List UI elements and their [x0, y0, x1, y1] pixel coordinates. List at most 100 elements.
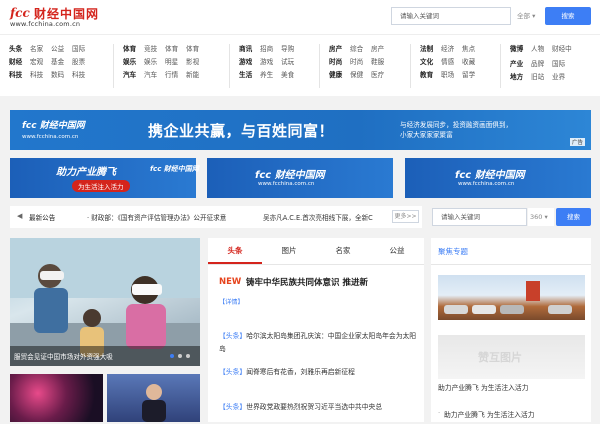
nav-channel-link[interactable]: 财经 [9, 56, 30, 69]
nav-subchannel-link[interactable]: 体育 [165, 43, 186, 56]
nav-subchannel-link[interactable]: 股票 [72, 56, 93, 69]
nav-subchannel-link[interactable]: 时尚 [350, 56, 371, 69]
top-headline[interactable]: 铸牢中华民族共同体意识 推进新 [246, 276, 368, 288]
nav-subchannel-link[interactable]: 竞技 [144, 43, 165, 56]
nav-subchannel-link[interactable]: 业界 [552, 71, 582, 84]
nav-subchannel-link[interactable]: 房产 [371, 43, 392, 56]
nav-channel-link[interactable]: 文化 [420, 56, 441, 69]
tab-pictures[interactable]: 图片 [262, 238, 316, 264]
secondary-search-input[interactable]: 请输入关键词 [432, 208, 527, 226]
nav-channel-link[interactable]: 体育 [123, 43, 144, 56]
nav-divider [113, 44, 114, 88]
tab-charity[interactable]: 公益 [370, 238, 424, 264]
detail-link[interactable]: 【详情】 [219, 297, 244, 306]
nav-subchannel-link[interactable]: 名家 [30, 43, 51, 56]
nav-subchannel-link[interactable]: 人物 [531, 43, 552, 56]
thumb-image-portrait[interactable] [107, 374, 200, 422]
nav-subchannel-link[interactable]: 职场 [441, 69, 462, 82]
news-item[interactable]: 【头条】闻脊寒后有花香，刘雅乐再启新征程 [219, 366, 419, 379]
nav-subchannel-link[interactable]: 收藏 [462, 56, 483, 69]
nav-subchannel-link[interactable]: 财经中 [552, 43, 582, 56]
notice-item-2[interactable]: 吴亦凡A.C.E.首次亮相线下展，全新C [263, 212, 383, 222]
tab-experts[interactable]: 名家 [316, 238, 370, 264]
nav-channel-link[interactable]: 法制 [420, 43, 441, 56]
nav-subchannel-link[interactable]: 留学 [462, 69, 483, 82]
nav-subchannel-link[interactable]: 品牌 [531, 58, 552, 71]
nav-channel-link[interactable]: 地方 [510, 71, 531, 84]
nav-channel-link[interactable]: 微博 [510, 43, 531, 56]
nav-channel-link[interactable]: 健康 [329, 69, 350, 82]
nav-subchannel-link[interactable]: 公益 [51, 43, 72, 56]
search-button[interactable]: 搜索 [545, 7, 591, 25]
nav-subchannel-link[interactable]: 游戏 [260, 56, 281, 69]
news-item-text: 闻脊寒后有花香，刘雅乐再启新征程 [246, 368, 355, 376]
nav-subchannel-link[interactable]: 体育 [186, 43, 207, 56]
notice-more-link[interactable]: 更多>> [392, 210, 419, 223]
nav-group-6: 微博 人物 财经中 产业 品牌 国际 地方 旧站 业界 [510, 43, 582, 84]
nav-channel-link[interactable]: 时尚 [329, 56, 350, 69]
nav-subchannel-link[interactable]: 明星 [165, 56, 186, 69]
nav-channel-link[interactable]: 生活 [239, 69, 260, 82]
nav-subchannel-link[interactable]: 基金 [51, 56, 72, 69]
nav-subchannel-link[interactable]: 汽车 [144, 69, 165, 82]
slide-dot-2[interactable] [178, 354, 182, 358]
nav-subchannel-link[interactable]: 娱乐 [144, 56, 165, 69]
news-item[interactable]: 【头条】哈尔滨太阳岛集团孔庆滨：中国企业家太阳岛年会为太阳岛 [219, 330, 419, 356]
news-item[interactable]: 【头条】世界政党政要热烈祝贺习近平当选中共中央总 [219, 401, 419, 414]
nav-subchannel-link[interactable]: 综合 [350, 43, 371, 56]
nav-subchannel-link[interactable]: 宏观 [30, 56, 51, 69]
nav-subchannel-link[interactable]: 新能 [186, 69, 207, 82]
slide-caption[interactable]: 服贸会见证中国市场对外资强大吸 [14, 351, 113, 361]
nav-subchannel-link[interactable]: 养生 [260, 69, 281, 82]
notice-item-1[interactable]: · 财政部：《国有资产评估管理办法》公开征求意 [87, 212, 245, 222]
nav-subchannel-link[interactable]: 国际 [72, 43, 93, 56]
nav-channel-link[interactable]: 娱乐 [123, 56, 144, 69]
topic-image-cars[interactable] [438, 275, 585, 320]
nav-row: 地方 旧站 业界 [510, 71, 582, 84]
topic-caption-2[interactable]: 助力产业腾飞 为生活注入活力 [444, 409, 535, 419]
nav-channel-link[interactable]: 汽车 [123, 69, 144, 82]
nav-subchannel-link[interactable]: 试玩 [281, 56, 302, 69]
nav-channel-link[interactable]: 教育 [420, 69, 441, 82]
nav-subchannel-link[interactable]: 国际 [552, 58, 582, 71]
nav-row: 生活 养生 美食 [239, 69, 302, 82]
logo-mark[interactable]: fcc [10, 6, 30, 20]
slide-dot-3[interactable] [186, 354, 190, 358]
nav-subchannel-link[interactable]: 焦点 [462, 43, 483, 56]
nav-subchannel-link[interactable]: 招商 [260, 43, 281, 56]
nav-group-4: 房产 综合 房产 时尚 时尚 鞋服 健康 保健 医疗 [329, 43, 392, 82]
nav-subchannel-link[interactable]: 科技 [30, 69, 51, 82]
nav-subchannel-link[interactable]: 数码 [51, 69, 72, 82]
nav-channel-link[interactable]: 房产 [329, 43, 350, 56]
topic-image-placeholder[interactable]: 赞互图片 [438, 335, 585, 379]
sub-banner-1-title: 助力产业腾飞 [56, 167, 116, 178]
search-button-label: 搜索 [561, 12, 575, 20]
nav-channel-link[interactable]: 商讯 [239, 43, 260, 56]
news-item-tag: 【头条】 [219, 368, 247, 376]
nav-subchannel-link[interactable]: 经济 [441, 43, 462, 56]
nav-divider [410, 44, 411, 88]
nav-channel-link[interactable]: 头条 [9, 43, 30, 56]
secondary-search-scope[interactable]: 360 ▾ [528, 208, 554, 226]
nav-channel-link[interactable]: 产业 [510, 58, 531, 71]
news-item-text: 哈尔滨太阳岛集团孔庆滨：中国企业家太阳岛年会为太阳岛 [219, 332, 417, 353]
nav-subchannel-link[interactable]: 科技 [72, 69, 93, 82]
nav-subchannel-link[interactable]: 导购 [281, 43, 302, 56]
nav-channel-link[interactable]: 科技 [9, 69, 30, 82]
nav-subchannel-link[interactable]: 旧站 [531, 71, 552, 84]
nav-subchannel-link[interactable]: 保健 [350, 69, 371, 82]
nav-subchannel-link[interactable]: 影视 [186, 56, 207, 69]
nav-subchannel-link[interactable]: 鞋服 [371, 56, 392, 69]
tab-headlines[interactable]: 头条 [208, 238, 262, 264]
slide-dot-1[interactable] [170, 354, 174, 358]
nav-channel-link[interactable]: 游戏 [239, 56, 260, 69]
nav-subchannel-link[interactable]: 医疗 [371, 69, 392, 82]
nav-subchannel-link[interactable]: 美食 [281, 69, 302, 82]
search-scope-select[interactable]: 全部 ▾ [513, 7, 543, 25]
topic-caption-1[interactable]: 助力产业腾飞 为生活注入活力 [438, 382, 529, 392]
nav-subchannel-link[interactable]: 行情 [165, 69, 186, 82]
search-input[interactable]: 请输入关键词 [391, 7, 511, 25]
nav-subchannel-link[interactable]: 情感 [441, 56, 462, 69]
secondary-search-button[interactable]: 搜索 [556, 208, 591, 226]
thumb-image-fireworks[interactable] [10, 374, 103, 422]
